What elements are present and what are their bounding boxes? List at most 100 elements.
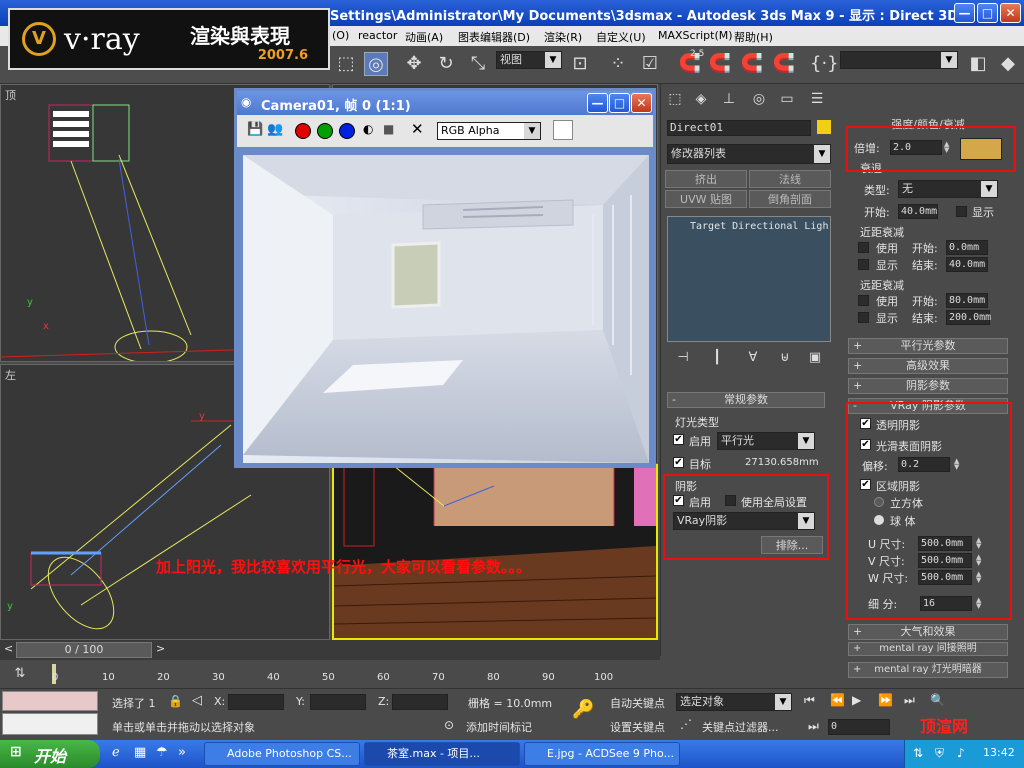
goto-end-icon[interactable]: ⏭ xyxy=(904,693,915,708)
object-color-swatch[interactable] xyxy=(817,120,831,134)
render-window-titlebar[interactable]: ◉ Camera01, 帧 0 (1:1) — □ ✕ xyxy=(237,91,653,115)
stack-item-target-light[interactable]: Target Directional Ligh xyxy=(690,221,828,232)
menu-item-rendering[interactable]: 渲染(R) xyxy=(544,29,582,45)
color-swatch[interactable] xyxy=(553,120,573,140)
play-icon[interactable]: ▶ xyxy=(852,693,861,707)
named-selection-dropdown[interactable]: ▼ xyxy=(840,51,958,69)
key-filter-icon[interactable]: ⋰ xyxy=(680,717,692,731)
pin-stack-icon[interactable]: ⊣ xyxy=(671,346,695,370)
advanced-effects-rollout[interactable]: + 高级效果 xyxy=(848,358,1008,374)
time-slider-thumb[interactable]: 0 / 100 xyxy=(16,642,152,658)
current-frame-field[interactable]: 0 xyxy=(828,719,890,735)
create-tab-icon[interactable]: ⬚ xyxy=(663,87,687,111)
key-icon[interactable]: 🔑 xyxy=(572,699,594,720)
scale-icon[interactable]: ⤡ xyxy=(466,52,490,76)
configure-sets-icon[interactable]: ▣ xyxy=(803,346,827,370)
angle-snap-icon[interactable]: 🧲 xyxy=(708,52,732,76)
network-icon[interactable]: ⇅ xyxy=(913,746,923,760)
save-image-icon[interactable]: 💾 xyxy=(247,122,263,137)
time-slider[interactable]: < 0 / 100 > xyxy=(0,640,660,660)
lock-icon[interactable]: 🔒 xyxy=(168,694,183,708)
menu-item-graph-editors[interactable]: 图表编辑器(D) xyxy=(458,29,530,45)
minimize-button[interactable]: — xyxy=(954,3,975,23)
menu-item-animation[interactable]: 动画(A) xyxy=(405,29,443,45)
near-show-checkbox[interactable] xyxy=(858,259,869,270)
render-maximize-button[interactable]: □ xyxy=(609,93,630,113)
remove-modifier-icon[interactable]: ⊎ xyxy=(773,346,797,370)
key-filters-button[interactable]: 关键点过滤器... xyxy=(702,719,779,735)
prev-frame-button[interactable]: < xyxy=(4,642,13,655)
move-icon[interactable]: ✥ xyxy=(402,52,426,76)
blue-channel-icon[interactable] xyxy=(339,123,355,139)
shadow-params-rollout[interactable]: + 阴影参数 xyxy=(848,378,1008,394)
curve-editor-icon[interactable]: ⇅ xyxy=(8,662,32,686)
maxscript-listener-top[interactable] xyxy=(2,691,98,711)
normal-button[interactable]: 法线 xyxy=(749,170,831,188)
menu-item-o[interactable]: (O) xyxy=(332,29,349,42)
viewport-perspective[interactable] xyxy=(332,464,658,640)
modifier-list-dropdown[interactable]: 修改器列表 ▼ xyxy=(667,144,831,164)
hierarchy-tab-icon[interactable]: ⊥ xyxy=(717,87,741,111)
near-start-field[interactable]: 0.0mm xyxy=(946,240,988,255)
far-show-checkbox[interactable] xyxy=(858,312,869,323)
decay-show-checkbox[interactable] xyxy=(956,206,967,217)
make-unique-icon[interactable]: ∀ xyxy=(741,346,765,370)
quicklaunch-icon[interactable]: ☂ xyxy=(156,745,168,760)
green-channel-icon[interactable] xyxy=(317,123,333,139)
mirror-icon[interactable]: ◧ xyxy=(966,52,990,76)
near-end-field[interactable]: 40.0mm xyxy=(946,257,988,272)
maxscript-listener-bottom[interactable] xyxy=(2,713,98,735)
far-use-checkbox[interactable] xyxy=(858,295,869,306)
uvw-map-button[interactable]: UVW 贴图 xyxy=(665,190,747,208)
light-type-dropdown[interactable]: 平行光 ▼ xyxy=(717,432,815,450)
show-end-result-icon[interactable]: ┃ xyxy=(705,346,729,370)
absolute-mode-icon[interactable]: ◁ xyxy=(192,693,202,708)
key-mode-icon[interactable]: ⏭ xyxy=(808,719,819,734)
named-selection-icon[interactable]: {·} xyxy=(810,52,839,76)
menu-item-reactor[interactable]: reactor xyxy=(358,29,397,42)
select-manipulate-icon[interactable]: ⁘ xyxy=(606,52,630,76)
modify-tab-icon[interactable]: ◈ xyxy=(689,87,713,111)
desktop-icon[interactable]: ▦ xyxy=(134,745,146,760)
keyboard-shortcut-icon[interactable]: ☑ xyxy=(638,52,662,76)
far-start-field[interactable]: 80.0mm xyxy=(946,293,988,308)
next-key-icon[interactable]: ⏩ xyxy=(878,693,893,707)
extrude-button[interactable]: 挤出 xyxy=(665,170,747,188)
x-coord-field[interactable] xyxy=(228,694,284,710)
start-button[interactable]: ⊞ 开始 xyxy=(0,740,100,768)
bevel-profile-button[interactable]: 倒角剖面 xyxy=(749,190,831,208)
security-icon[interactable]: ⛨ xyxy=(935,746,944,761)
rotate-icon[interactable]: ↻ xyxy=(434,52,458,76)
decay-start-field[interactable]: 40.0mm xyxy=(898,204,938,219)
ie-icon[interactable]: ℯ xyxy=(112,745,120,760)
volume-icon[interactable]: ♪ xyxy=(957,746,965,760)
display-tab-icon[interactable]: ▭ xyxy=(775,87,799,111)
render-close-button[interactable]: ✕ xyxy=(631,93,652,113)
spinner-snap-icon[interactable]: 🧲 xyxy=(772,52,796,76)
render-minimize-button[interactable]: — xyxy=(587,93,608,113)
reference-coord-dropdown[interactable]: 视图 ▼ xyxy=(496,51,562,69)
select-region-icon[interactable]: ⬚ xyxy=(334,52,358,76)
decay-type-dropdown[interactable]: 无 ▼ xyxy=(898,180,998,198)
time-tag-icon[interactable]: ⊙ xyxy=(444,718,454,732)
more-arrows-icon[interactable]: » xyxy=(178,745,186,760)
task-photoshop[interactable]: Adobe Photoshop CS... xyxy=(204,742,360,766)
pivot-icon[interactable]: ⊡ xyxy=(568,52,592,76)
utilities-tab-icon[interactable]: ☰ xyxy=(805,87,829,111)
add-time-tag[interactable]: 添加时间标记 xyxy=(466,719,532,735)
clone-window-icon[interactable]: 👥 xyxy=(267,122,283,137)
goto-start-icon[interactable]: ⏮ xyxy=(804,693,815,708)
monochrome-icon[interactable]: ■ xyxy=(383,122,394,136)
zoom-icon[interactable]: 🔍 xyxy=(930,693,945,707)
clear-icon[interactable]: ✕ xyxy=(411,120,424,138)
z-coord-field[interactable] xyxy=(392,694,448,710)
channel-display-dropdown[interactable]: RGB Alpha ▼ xyxy=(437,122,541,140)
menu-item-maxscript[interactable]: MAXScript(M) xyxy=(658,29,733,42)
alpha-channel-icon[interactable]: ◐ xyxy=(363,122,373,136)
next-frame-button[interactable]: > xyxy=(156,642,165,655)
near-use-checkbox[interactable] xyxy=(858,242,869,253)
window-crossing-icon[interactable]: ◎ xyxy=(364,52,388,76)
percent-snap-icon[interactable]: 🧲 xyxy=(740,52,764,76)
red-channel-icon[interactable] xyxy=(295,123,311,139)
target-checkbox[interactable]: ✔ xyxy=(673,457,684,468)
